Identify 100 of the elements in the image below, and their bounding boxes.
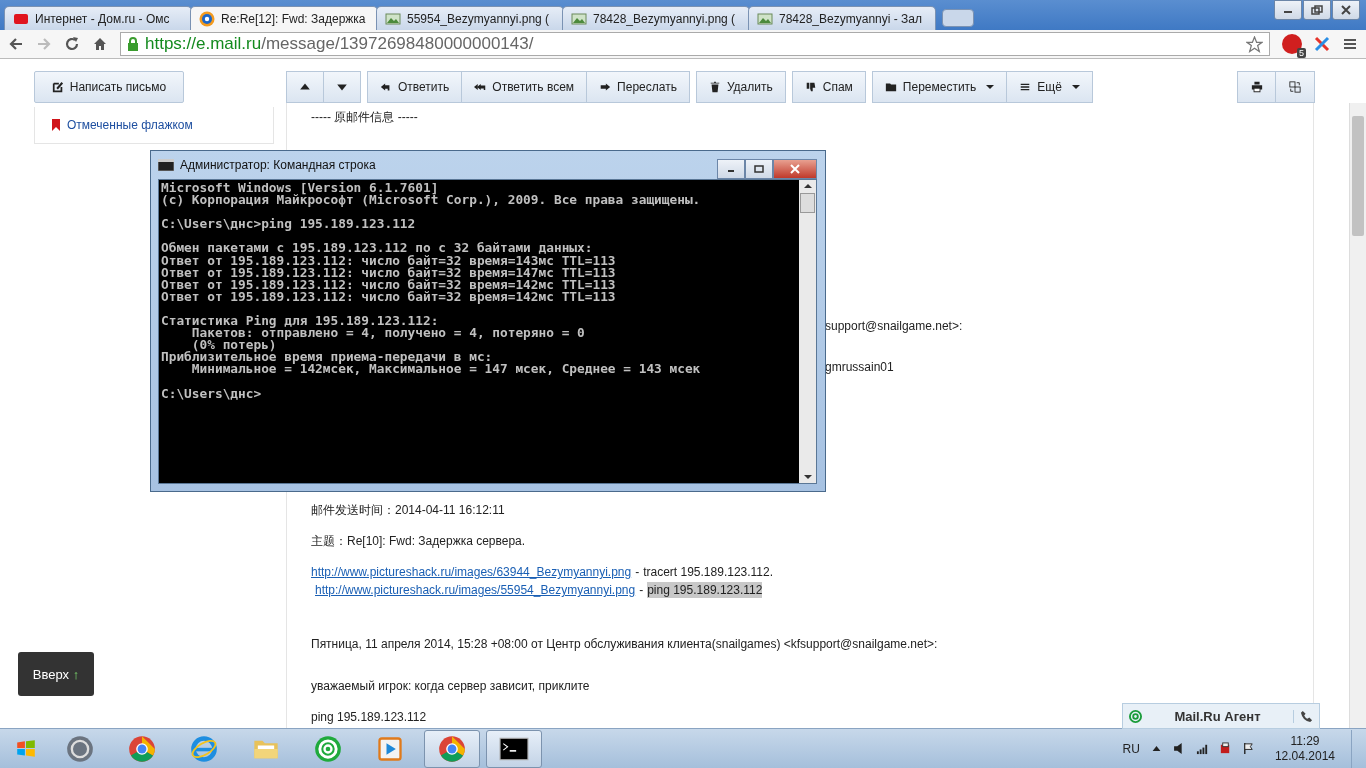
menu-icon[interactable] <box>1342 36 1358 52</box>
folder-icon <box>884 81 897 93</box>
list-icon <box>1019 81 1032 93</box>
browser-tab[interactable]: 78428_Bezymyannyi.png ( <box>562 6 750 30</box>
translate-icon <box>1289 81 1301 93</box>
previous-button[interactable] <box>286 71 324 103</box>
console-line: (0% потерь) <box>191 339 277 352</box>
image-icon <box>571 10 587 27</box>
language-indicator[interactable]: RU <box>1122 741 1140 756</box>
cross-icon[interactable] <box>1314 36 1330 52</box>
close-icon <box>1340 5 1352 15</box>
bookmark-icon <box>51 119 61 131</box>
console-line: Ответ от 195.189.123.112: число байт=32 время=143мс TTL=113 <box>161 254 616 267</box>
home-icon[interactable] <box>92 36 108 52</box>
email-address-text: support@snailgame.net>: <box>825 318 963 334</box>
trash-icon <box>708 81 721 93</box>
pencil-icon <box>51 81 64 93</box>
flag-icon[interactable] <box>1241 742 1255 755</box>
console-line: Минимальное = 142мсек, Максимальное = 147 мсек, Среднее = 143 мсек <box>191 363 701 376</box>
minimize-button[interactable] <box>1274 0 1302 20</box>
arrow-right-icon <box>599 81 612 93</box>
maximize-icon <box>753 164 765 174</box>
image-link[interactable]: http://www.pictureshack.ru/images/55954_Bezymyannyi.png <box>315 582 636 598</box>
reply-icon <box>380 81 392 93</box>
print-button[interactable] <box>1237 71 1276 103</box>
translate-button[interactable] <box>1276 71 1315 103</box>
separator-text: - <box>639 582 644 598</box>
console-line: Статистика Ping для 195.189.123.112: <box>161 315 439 328</box>
scroll-to-top-button[interactable]: Вверх ↑ <box>18 652 94 696</box>
console-line: C:\Users\днс> <box>161 387 262 400</box>
network-warning-icon[interactable] <box>1218 742 1232 755</box>
console-line: Приблизительное время приема-передачи в мс: <box>161 351 493 364</box>
image-icon <box>385 10 401 27</box>
globe-ring-icon <box>190 734 218 763</box>
console-line: Пакетов: отправлено = 4, получено = 4, потеряно = 0 <box>190 327 585 340</box>
printer-icon <box>1250 81 1263 93</box>
image-link[interactable]: http://www.pictureshack.ru/images/63944_Bezymyannyi.png <box>311 564 632 580</box>
compose-button[interactable]: Написать письмо <box>34 71 184 103</box>
address-field[interactable]: https://e.mail.ru/message/13972698480000000143/ <box>120 32 1270 56</box>
console-window[interactable] <box>150 150 826 492</box>
link-note: tracert 195.189.123.112. <box>643 564 774 580</box>
reply-all-button[interactable]: Ответить всем <box>462 71 588 103</box>
more-button[interactable]: Ещё <box>1007 71 1093 103</box>
spam-button[interactable]: Спам <box>791 71 866 103</box>
star-icon[interactable] <box>1246 35 1263 53</box>
message-text: ping 195.189.123.112 <box>311 709 427 725</box>
agent-widget[interactable]: Mail.Ru Агент <box>1122 703 1320 729</box>
browser-tab[interactable]: 78428_Bezymyannyi - Зал <box>748 6 936 30</box>
console-line: Microsoft Windows [Version 6.1.7601] <box>161 182 439 195</box>
reply-header: Пятница, 11 апреля 2014, 15:28 +08:00 от Центр обслуживания клиента(snailgames) <kfsupport@snailgame.net>: <box>311 636 938 652</box>
page-scrollbar[interactable] <box>1349 103 1366 728</box>
sent-time-line: 邮件发送时间：2014-04-11 16:12:11 <box>311 502 505 518</box>
console-icon <box>158 159 174 171</box>
thumbs-down-icon <box>804 81 817 93</box>
minimize-button[interactable] <box>717 159 745 179</box>
at-sign-icon <box>199 10 215 27</box>
phone-icon[interactable] <box>1293 709 1313 723</box>
quote-header: ----- 原邮件信息 ----- <box>311 109 418 125</box>
delete-button[interactable]: Удалить <box>695 71 786 103</box>
image-icon <box>757 10 773 27</box>
restore-icon <box>1311 5 1323 15</box>
console-line: Обмен пакетами с 195.189.123.112 по с 32 байтами данных: <box>161 242 593 255</box>
browser-icon <box>438 734 466 763</box>
console-scrollbar[interactable] <box>799 180 816 483</box>
at-sign-icon <box>1129 709 1142 723</box>
close-button[interactable] <box>1332 0 1360 20</box>
window-title: Администратор: Командная строка <box>180 158 376 172</box>
clock[interactable]: 11:29 12.04.2014 <box>1274 733 1335 764</box>
separator-text: - <box>635 564 640 580</box>
message-text: уважаемый игрок: когда сервер зависит, приклите <box>311 678 590 694</box>
console-line: (c) Корпорация Майкрософт (Microsoft Corp.), 2009. Все права защищены. <box>161 194 701 207</box>
scroll-up-icon[interactable] <box>802 183 813 189</box>
close-icon <box>789 164 801 174</box>
scroll-down-icon[interactable] <box>802 474 813 480</box>
reply-button[interactable]: Ответить <box>367 71 463 103</box>
move-button[interactable]: Переместить <box>871 71 1008 103</box>
browser-icon <box>128 734 156 763</box>
scroll-thumb[interactable] <box>800 193 815 213</box>
caret-icon <box>986 84 995 90</box>
signal-icon[interactable] <box>1195 742 1209 755</box>
browser-tab[interactable]: Интернет - Дом.ru - Омс <box>4 6 192 30</box>
back-icon[interactable] <box>8 36 24 52</box>
browser-tab[interactable]: 55954_Bezymyannyi.png ( <box>376 6 564 30</box>
reply-all-icon <box>474 81 487 93</box>
lock-icon <box>127 37 139 51</box>
maximize-button[interactable] <box>745 159 773 179</box>
browser-tab[interactable]: Re:Re[12]: Fwd: Задержка <box>190 6 378 30</box>
at-sign-icon <box>314 734 342 763</box>
reload-icon[interactable] <box>64 36 80 52</box>
forward-button[interactable]: Переслать <box>587 71 690 103</box>
disc-icon <box>66 734 94 763</box>
next-button[interactable] <box>324 71 361 103</box>
windows-logo-icon <box>15 737 37 760</box>
close-button[interactable] <box>773 159 817 179</box>
restore-button[interactable] <box>1303 0 1331 20</box>
taskbar-button[interactable] <box>486 729 542 768</box>
subject-line: 主题：Re[10]: Fwd: Задержка сервера. <box>311 533 526 549</box>
flagged-folder-link[interactable]: Отмеченные флажком <box>34 107 274 144</box>
console-line: C:\Users\днс>ping 195.189.123.112 <box>161 218 416 231</box>
play-icon <box>376 734 404 763</box>
